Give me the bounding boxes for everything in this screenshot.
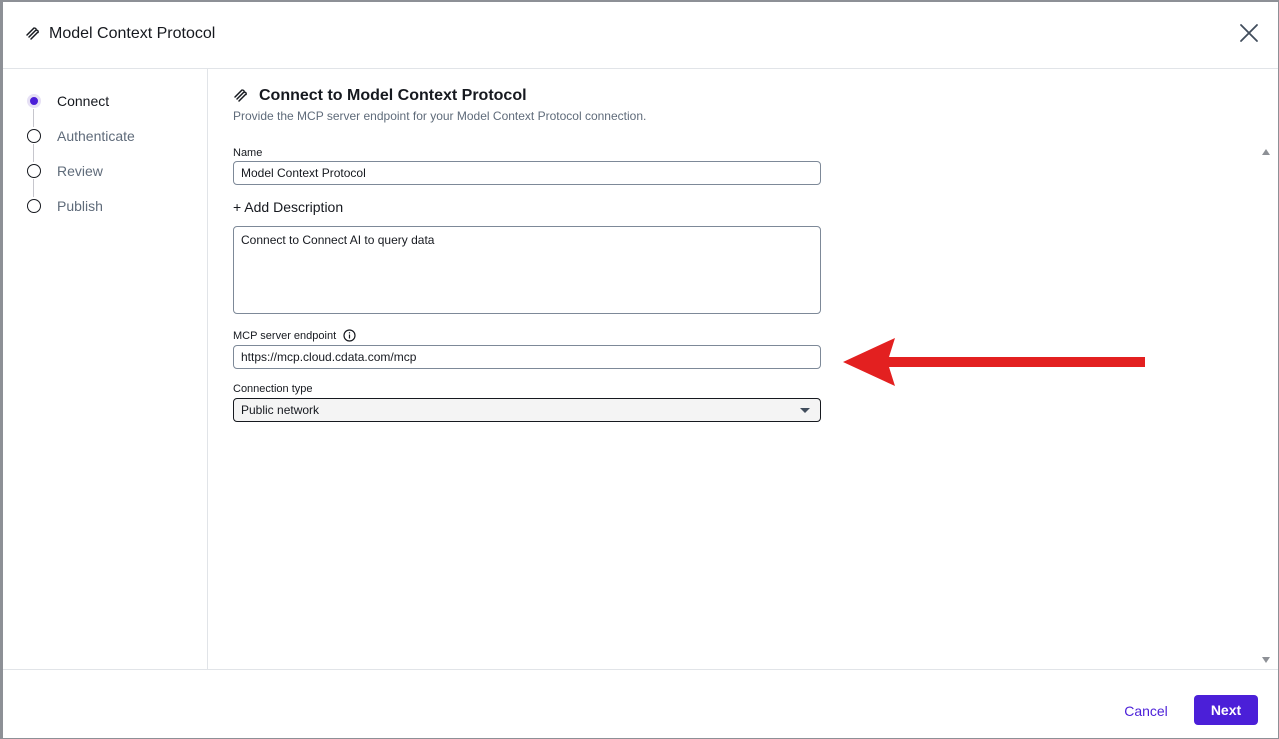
step-connector <box>33 109 34 127</box>
step-connect[interactable]: Connect <box>27 91 135 127</box>
description-textarea[interactable]: Connect to Connect AI to query data <box>233 226 821 314</box>
name-input[interactable] <box>233 161 821 185</box>
mcp-logo-icon <box>234 89 247 102</box>
section-description: Provide the MCP server endpoint for your… <box>233 109 647 123</box>
step-indicator-icon <box>27 129 41 143</box>
step-label: Connect <box>57 93 110 109</box>
mcp-logo-icon <box>26 27 39 40</box>
endpoint-label: MCP server endpoint <box>233 330 337 342</box>
name-label: Name <box>233 147 263 159</box>
dialog-footer: Cancel Next <box>3 669 1278 739</box>
scroll-down-icon[interactable] <box>1262 657 1270 663</box>
endpoint-input[interactable] <box>233 345 821 369</box>
step-connector <box>33 144 34 162</box>
connection-type-select[interactable]: Public network <box>233 398 821 422</box>
scroll-up-icon[interactable] <box>1262 149 1270 155</box>
step-indicator-icon <box>27 164 41 178</box>
dialog: Model Context Protocol Connect Authentic… <box>0 0 1279 739</box>
add-description-button[interactable]: + Add Description <box>233 199 343 215</box>
step-indicator-icon <box>27 199 41 213</box>
dialog-title: Model Context Protocol <box>49 25 216 42</box>
step-indicator-icon <box>27 94 41 108</box>
step-authenticate[interactable]: Authenticate <box>27 126 135 162</box>
step-label: Authenticate <box>57 128 135 144</box>
section-header: Connect to Model Context Protocol <box>233 87 527 105</box>
close-icon[interactable] <box>1238 22 1260 44</box>
step-label: Review <box>57 163 103 179</box>
connection-type-value: Public network <box>241 403 320 417</box>
info-icon[interactable] <box>343 329 356 342</box>
step-connector <box>33 179 34 197</box>
dialog-header: Model Context Protocol <box>3 2 1278 69</box>
annotation-arrow-icon <box>843 338 1145 386</box>
next-button[interactable]: Next <box>1194 695 1258 725</box>
connection-type-label: Connection type <box>233 383 313 395</box>
section-title: Connect to Model Context Protocol <box>259 87 527 104</box>
step-review[interactable]: Review <box>27 161 135 197</box>
step-publish[interactable]: Publish <box>27 196 135 231</box>
cancel-button[interactable]: Cancel <box>1111 697 1181 725</box>
caret-down-icon <box>800 407 810 413</box>
step-label: Publish <box>57 198 103 214</box>
wizard-steps-sidebar: Connect Authenticate Review Publish <box>3 69 208 669</box>
